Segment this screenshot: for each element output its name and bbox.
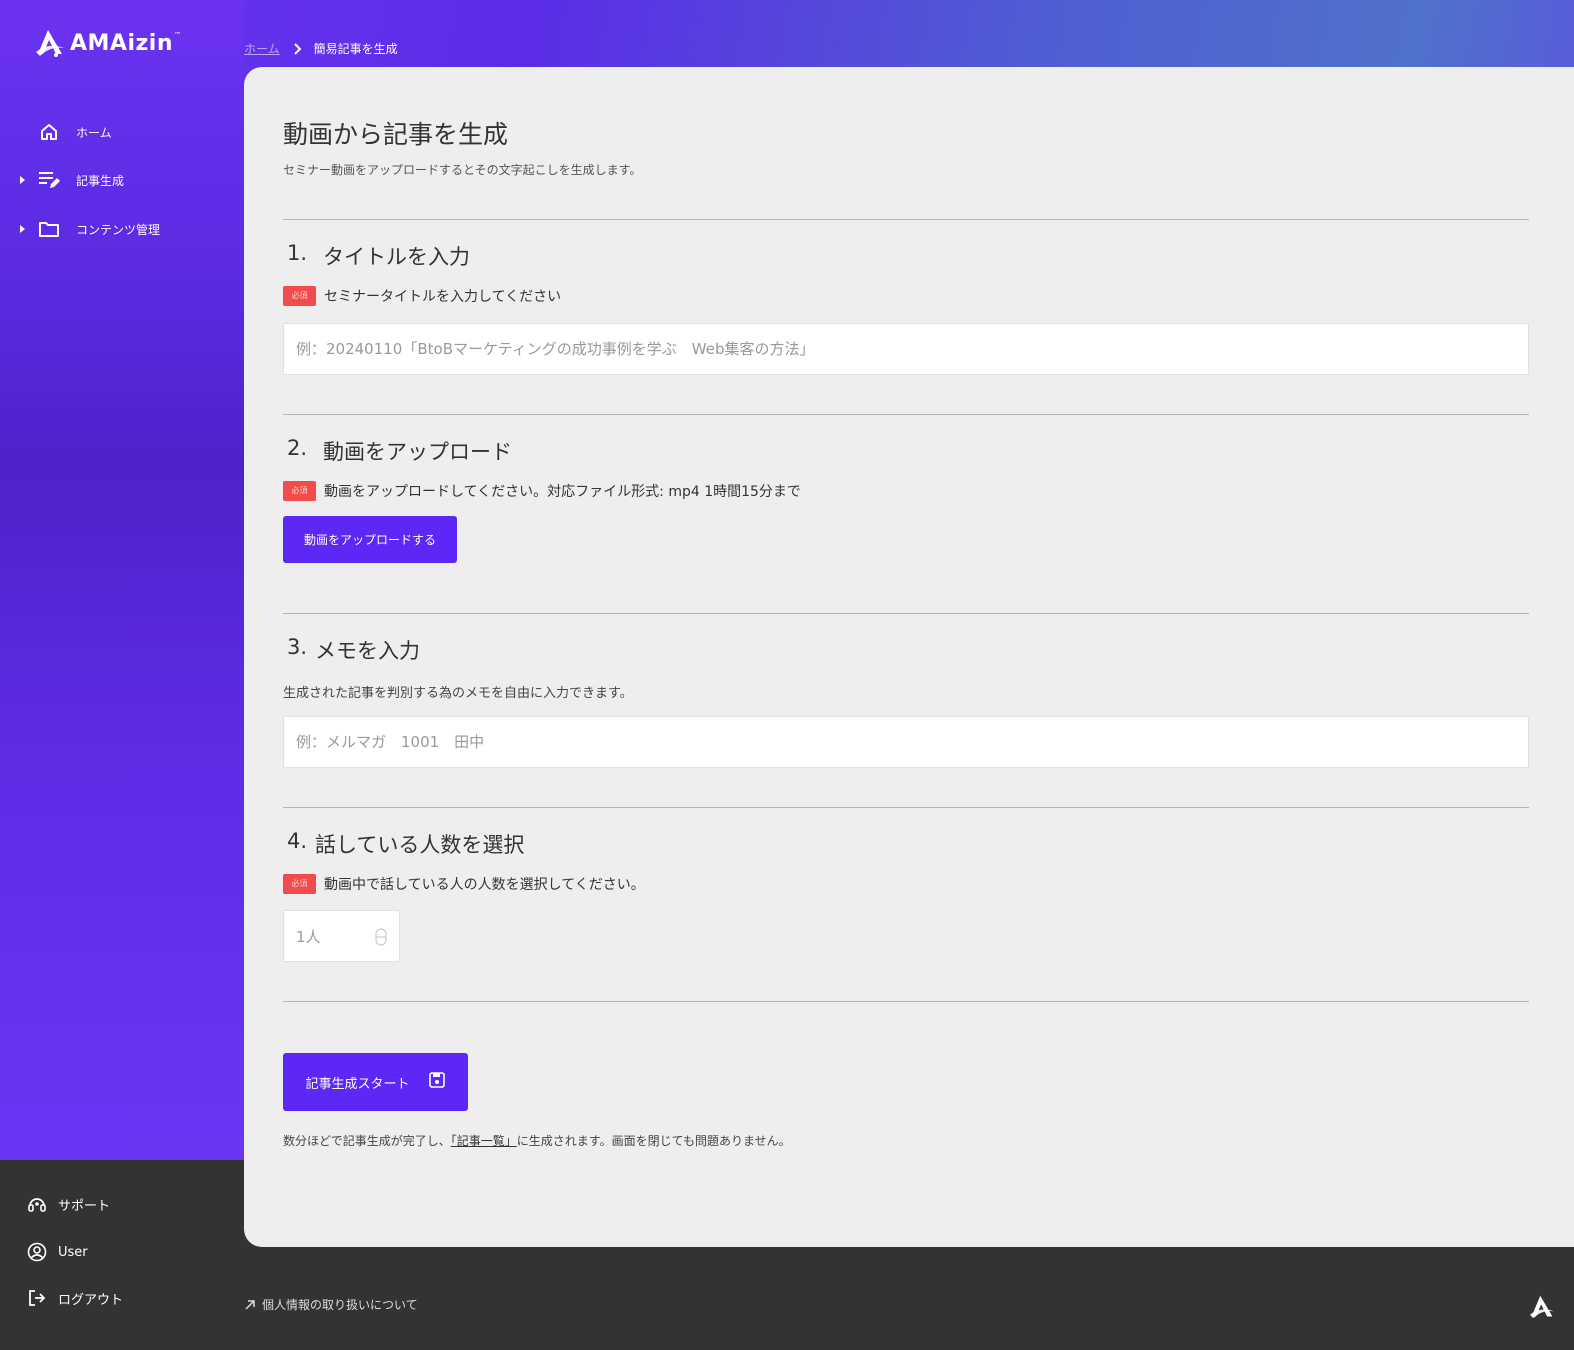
support-icon — [26, 1193, 48, 1215]
sidebar-item-home[interactable]: ホーム — [0, 117, 244, 147]
caret-right-icon[interactable] — [20, 176, 25, 184]
section-number: 3. — [287, 635, 308, 659]
privacy-policy-link[interactable]: 個人情報の取り扱いについて — [244, 1296, 418, 1313]
section-divider — [283, 1001, 1529, 1002]
main-card: 動画から記事を生成 セミナー動画をアップロードするとその文字起こしを生成します。… — [244, 67, 1574, 1247]
note-text: に生成されます。画面を閉じても問題ありません。 — [516, 1134, 791, 1148]
brand-trademark: ™ — [174, 31, 181, 39]
sidebar-item-content-management[interactable]: コンテンツ管理 — [0, 214, 244, 244]
breadcrumb-home-link[interactable]: ホーム — [244, 40, 280, 57]
user-menu[interactable]: User — [26, 1241, 88, 1263]
section-number: 2. — [287, 436, 308, 460]
note-text: 数分ほどで記事生成が完了し、 — [283, 1134, 451, 1148]
footer-brand-mark-icon — [1528, 1294, 1556, 1324]
upload-video-button[interactable]: 動画をアップロードする — [283, 516, 457, 563]
start-generation-button[interactable]: 記事生成スタート — [283, 1053, 468, 1111]
section-title-text: 話している人数を選択 — [315, 833, 525, 857]
section-3-title: 3. メモを入力 — [283, 635, 420, 665]
section-divider — [283, 807, 1529, 808]
title-input[interactable] — [283, 323, 1529, 375]
section-number: 1. — [287, 241, 308, 265]
sidebar: AMAizin ™ ホーム 記事生成 コンテンツ管理 — [0, 0, 244, 1160]
caret-right-icon[interactable] — [20, 225, 25, 233]
required-badge: 必須 — [283, 481, 316, 501]
support-link[interactable]: サポート — [26, 1193, 110, 1215]
sidebar-item-label: コンテンツ管理 — [76, 222, 161, 237]
select-arrows-icon — [375, 928, 387, 950]
sidebar-item-label: 記事生成 — [76, 173, 125, 188]
page-title: 動画から記事を生成 — [283, 120, 509, 149]
section-divider — [283, 414, 1529, 415]
section-3-instruction: 生成された記事を判別する為のメモを自由に入力できます。 — [283, 686, 633, 701]
section-1-title: 1. タイトルを入力 — [283, 241, 470, 271]
brand-mark-icon — [36, 30, 64, 57]
article-list-link[interactable]: 「記事一覧」 — [451, 1134, 517, 1148]
brand-logo[interactable]: AMAizin ™ — [34, 28, 181, 58]
edit-list-icon — [38, 169, 60, 191]
generation-note: 数分ほどで記事生成が完了し、「記事一覧」に生成されます。画面を閉じても問題ありま… — [283, 1132, 791, 1149]
external-arrow-icon — [244, 1299, 256, 1311]
user-label: User — [58, 1244, 88, 1260]
folder-icon — [38, 218, 60, 240]
privacy-policy-label: 個人情報の取り扱いについて — [262, 1298, 418, 1312]
section-2-instruction: 必須 動画をアップロードしてください。対応ファイル形式: mp4 1時間15分ま… — [283, 481, 801, 501]
section-title-text: メモを入力 — [315, 639, 420, 663]
speaker-count-select[interactable]: 1人 — [283, 910, 400, 962]
breadcrumb-current: 簡易記事を生成 — [313, 42, 398, 56]
breadcrumb: ホーム 簡易記事を生成 — [244, 40, 398, 57]
button-label: 記事生成スタート — [305, 1076, 410, 1092]
logout-label: ログアウト — [58, 1292, 124, 1308]
section-4-title: 4. 話している人数を選択 — [283, 829, 524, 859]
page-description: セミナー動画をアップロードするとその文字起こしを生成します。 — [283, 163, 642, 177]
section-1-instruction: 必須 セミナータイトルを入力してください — [283, 286, 561, 306]
section-title-text: タイトルを入力 — [323, 245, 470, 269]
section-title-text: 動画をアップロード — [323, 440, 512, 464]
section-2-title: 2. 動画をアップロード — [283, 436, 512, 466]
section-divider — [283, 613, 1529, 614]
section-number: 4. — [287, 829, 308, 853]
required-badge: 必須 — [283, 874, 316, 894]
selected-value: 1人 — [296, 927, 321, 946]
section-divider — [283, 219, 1529, 220]
sidebar-item-label: ホーム — [76, 125, 112, 140]
brand-name: AMAizin — [70, 30, 173, 56]
required-badge: 必須 — [283, 286, 316, 306]
logout-button[interactable]: ログアウト — [26, 1287, 123, 1309]
memo-input[interactable] — [283, 716, 1529, 768]
logout-icon — [26, 1287, 48, 1309]
instruction-text: セミナータイトルを入力してください — [324, 289, 562, 305]
home-icon — [38, 121, 60, 143]
instruction-text: 動画中で話している人の人数を選択してください。 — [324, 877, 645, 893]
section-4-instruction: 必須 動画中で話している人の人数を選択してください。 — [283, 874, 645, 894]
user-icon — [26, 1241, 48, 1263]
instruction-text: 動画をアップロードしてください。対応ファイル形式: mp4 1時間15分まで — [324, 484, 801, 500]
chevron-right-icon — [293, 42, 302, 55]
sidebar-item-article-generation[interactable]: 記事生成 — [0, 165, 244, 195]
save-icon — [428, 1071, 446, 1093]
support-label: サポート — [58, 1198, 111, 1214]
